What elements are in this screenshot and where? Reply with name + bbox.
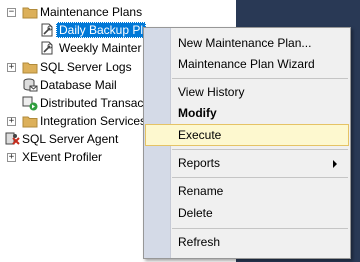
menu-item-label: Maintenance Plan Wizard	[178, 57, 315, 71]
menu-item-delete[interactable]: Delete	[145, 202, 349, 224]
menu-separator	[172, 149, 348, 150]
menu-item-label: Execute	[178, 128, 222, 142]
maintenance-plan-icon	[41, 23, 53, 37]
menu-item-label: Modify	[178, 106, 217, 120]
maintenance-plan-icon	[41, 41, 53, 55]
folder-icon	[22, 7, 38, 19]
tree-label: XEvent Profiler	[22, 150, 103, 164]
menu-item-modify[interactable]: Modify	[145, 102, 349, 124]
tree-label: Daily Backup Pl	[56, 22, 147, 38]
menu-item-refresh[interactable]: Refresh	[145, 231, 349, 253]
menu-separator	[172, 78, 348, 79]
menu-item-new-maintenance-plan[interactable]: New Maintenance Plan...	[145, 32, 349, 54]
menu-item-execute[interactable]: Execute	[145, 124, 349, 146]
distributed-transaction-icon	[22, 96, 38, 111]
menu-item-rename[interactable]: Rename	[145, 180, 349, 202]
menu-item-reports[interactable]: Reports	[145, 152, 349, 174]
folder-icon	[22, 62, 38, 74]
database-mail-icon	[23, 78, 38, 92]
menu-item-label: Rename	[178, 184, 224, 198]
context-menu: New Maintenance Plan... Maintenance Plan…	[143, 27, 351, 259]
tree-label: Distributed Transac	[40, 96, 144, 110]
menu-item-maintenance-plan-wizard[interactable]: Maintenance Plan Wizard	[145, 53, 349, 75]
menu-item-label: Reports	[178, 156, 221, 170]
collapse-icon[interactable]: −	[7, 8, 16, 17]
tree-label: SQL Server Agent	[22, 132, 119, 146]
menu-separator	[172, 177, 348, 178]
expand-icon[interactable]: +	[7, 63, 16, 72]
menu-separator	[172, 228, 348, 229]
menu-item-label: View History	[178, 85, 245, 99]
menu-item-label: Delete	[178, 206, 213, 220]
sql-agent-icon	[5, 132, 20, 145]
expand-icon[interactable]: +	[7, 117, 16, 126]
tree-label: SQL Server Logs	[40, 60, 132, 74]
tree-label: Maintenance Plans	[40, 5, 143, 19]
folder-icon	[22, 116, 38, 128]
menu-item-view-history[interactable]: View History	[145, 81, 349, 103]
menu-item-label: New Maintenance Plan...	[178, 36, 312, 50]
menu-item-label: Refresh	[178, 235, 221, 249]
tree-label: Weekly Mainter	[59, 41, 142, 55]
submenu-arrow-icon	[333, 160, 337, 168]
tree-label: Database Mail	[40, 78, 117, 92]
